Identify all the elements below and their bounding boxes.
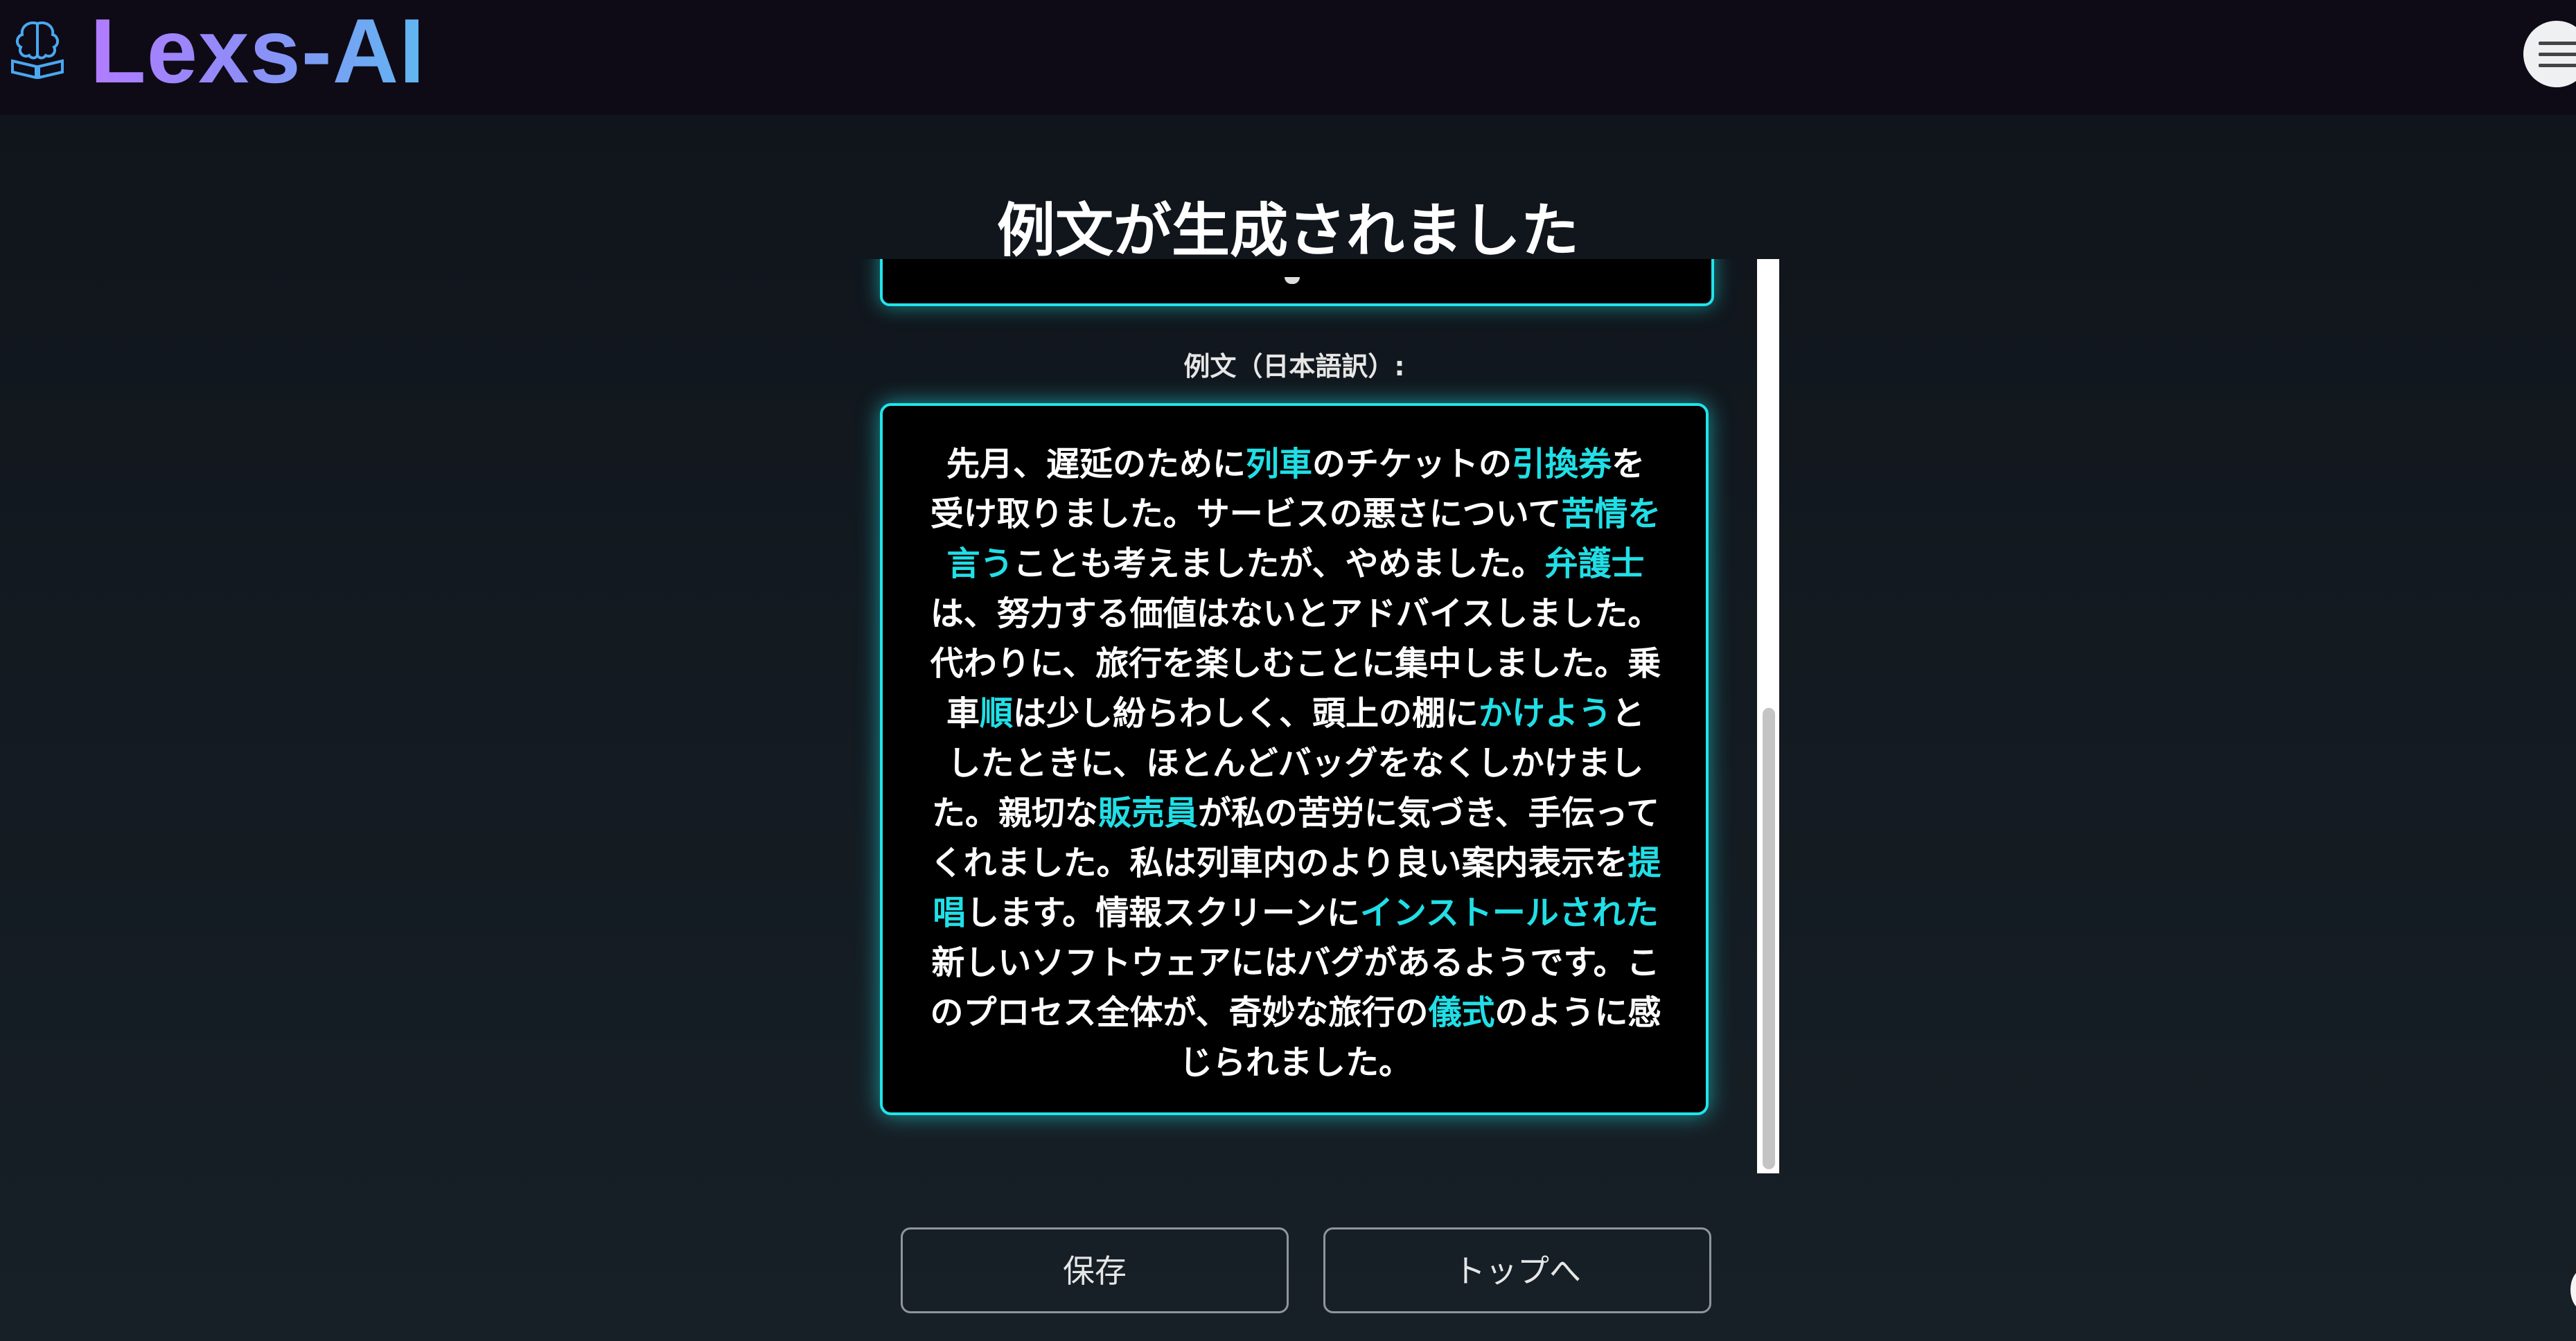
translation-segment: します。情報スクリーンに <box>966 894 1360 932</box>
translation-card: 先月、遅延のために列車のチケットの引換券を受け取りました。サービスの悪さについて… <box>880 403 1709 1115</box>
scrollbar[interactable] <box>1757 259 1779 1173</box>
menu-button[interactable] <box>2523 21 2576 87</box>
highlighted-vocab-term: 販売員 <box>1097 794 1198 833</box>
translation-segment: ことも考えましたが、やめました。 <box>1013 544 1545 583</box>
scrollbar-thumb[interactable] <box>1763 708 1775 1169</box>
highlighted-vocab-term: 順 <box>979 694 1013 733</box>
translation-section-label: 例文（日本語訳）: <box>1183 351 1405 382</box>
top-bar: Lexs-AI <box>0 0 2576 115</box>
highlighted-vocab-term: インストールされた <box>1359 894 1659 932</box>
hamburger-line <box>2539 64 2576 67</box>
original-sentence-card <box>880 259 1714 306</box>
save-button[interactable]: 保存 <box>901 1227 1289 1313</box>
highlighted-vocab-term: 儀式 <box>1428 993 1495 1032</box>
brain-book-icon[interactable] <box>10 18 65 79</box>
clipped-text-fragment <box>1285 277 1300 284</box>
highlighted-vocab-term: 弁護士 <box>1544 544 1645 583</box>
back-to-top-button[interactable]: トップへ <box>1323 1227 1711 1313</box>
highlighted-vocab-term: 列車 <box>1245 445 1312 483</box>
translation-text: 先月、遅延のために列車のチケットの引換券を受け取りました。サービスの悪さについて… <box>930 439 1661 1087</box>
translation-segment: のチケットの <box>1312 445 1512 483</box>
result-scroll-panel[interactable]: 例文（日本語訳）: 先月、遅延のために列車のチケットの引換券を受け取りました。サ… <box>852 259 1781 1173</box>
hamburger-menu-icon <box>2539 42 2576 45</box>
highlighted-vocab-term: かけよう <box>1479 694 1612 733</box>
page-title: 例文が生成されました <box>996 197 1579 265</box>
translation-segment: 先月、遅延のために <box>946 445 1246 483</box>
translation-segment: は少し紛らわしく、頭上の棚に <box>1012 694 1479 733</box>
highlighted-vocab-term: 引換券 <box>1512 445 1612 483</box>
hamburger-line <box>2539 53 2576 56</box>
brand-logo-text[interactable]: Lexs-AI <box>90 3 425 100</box>
